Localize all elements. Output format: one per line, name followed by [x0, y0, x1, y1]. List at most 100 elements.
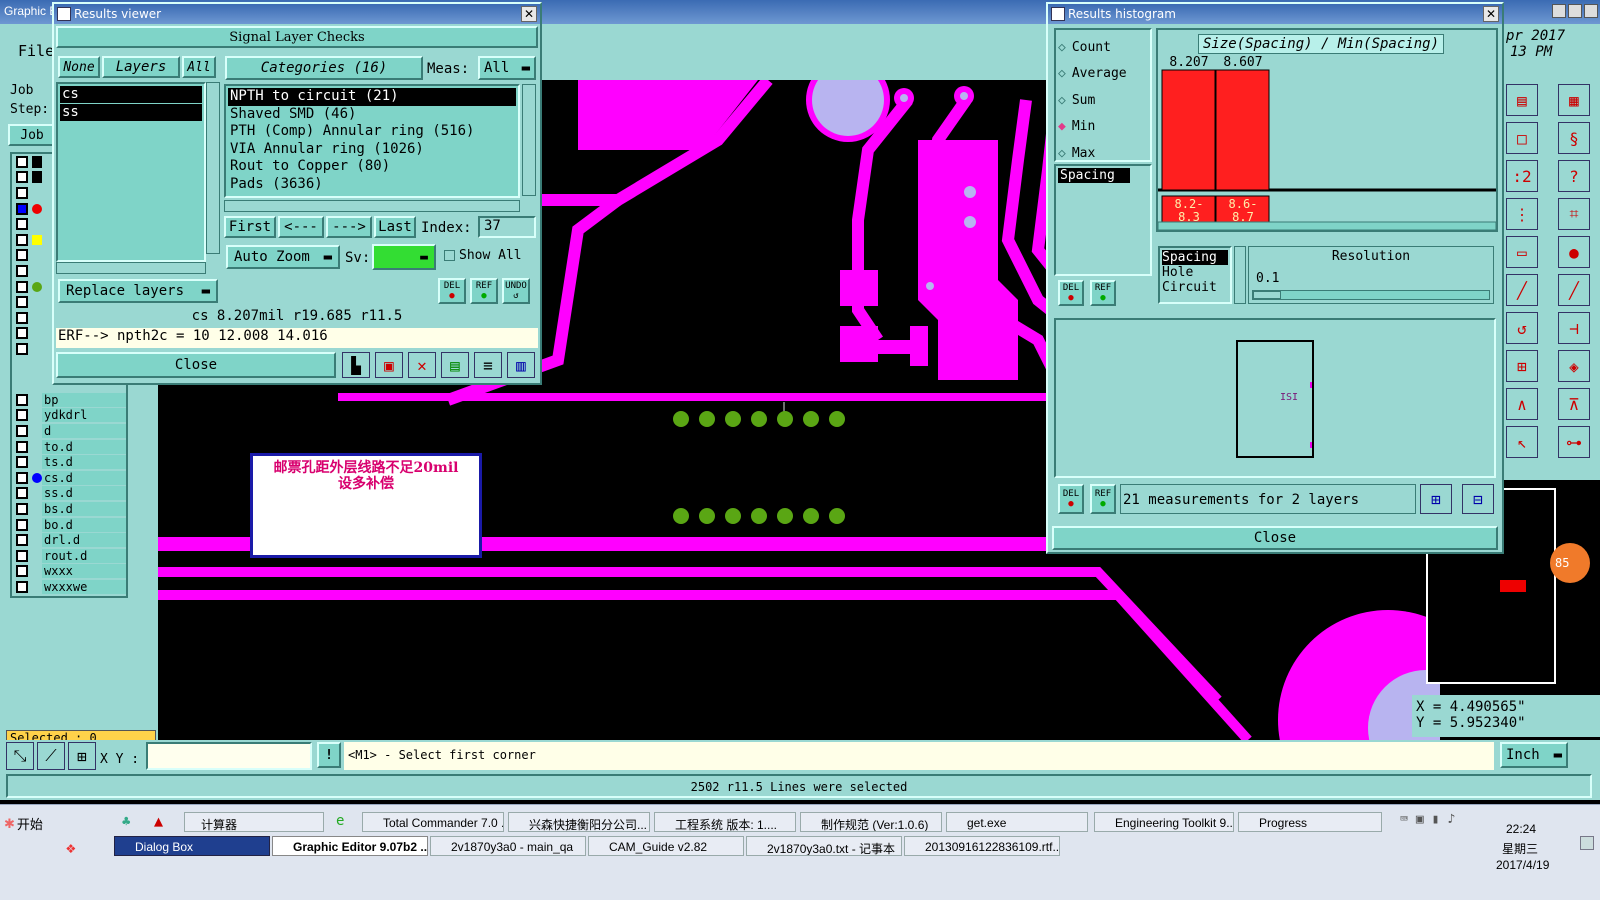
taskbar-item[interactable]: Graphic Editor 9.07b2 ...: [272, 836, 428, 856]
result-layer-item[interactable]: cs: [60, 86, 202, 103]
layer-item[interactable]: bp: [12, 392, 126, 408]
tool-icon[interactable]: ╱: [1558, 274, 1590, 306]
maximize-button[interactable]: [1568, 4, 1582, 18]
minimize-button[interactable]: [1552, 4, 1566, 18]
layer-item[interactable]: ss.d: [12, 486, 126, 502]
tool-icon[interactable]: ⊣: [1558, 312, 1590, 344]
grid-icon[interactable]: ⊞: [68, 742, 96, 770]
prev-button[interactable]: <---: [278, 216, 324, 238]
result-layer-item[interactable]: ss: [60, 104, 202, 121]
taskbar-item[interactable]: 2v1870y3a0 - main_qa: [430, 836, 586, 856]
categories-hscroll[interactable]: [224, 200, 520, 212]
mode-option[interactable]: ◆ Min: [1058, 114, 1148, 141]
pdf-icon[interactable]: ▲: [154, 812, 163, 830]
layers-button[interactable]: Layers: [102, 56, 180, 78]
type-item[interactable]: Spacing: [1162, 250, 1228, 265]
annotation-note[interactable]: 邮票孔距外层线路不足20mil 设多补偿: [250, 453, 482, 558]
taskbar-item[interactable]: get.exe: [946, 812, 1088, 832]
histogram-icon[interactable]: ▥: [507, 352, 535, 378]
zoom-box-icon[interactable]: ⤡: [6, 742, 34, 770]
keyboard-icon[interactable]: ⌨: [1400, 812, 1408, 827]
tool-icon[interactable]: ╱: [1506, 274, 1538, 306]
mode-option[interactable]: ◇ Count: [1058, 34, 1148, 61]
category-item[interactable]: Pads (3636): [228, 176, 516, 194]
tool-icon[interactable]: ✕: [408, 352, 436, 378]
layer-item[interactable]: rout.d: [12, 548, 126, 564]
layer-item[interactable]: bs.d: [12, 501, 126, 517]
tool-icon[interactable]: ⊶: [1558, 426, 1590, 458]
xy-input[interactable]: [146, 742, 312, 770]
measure-type-list[interactable]: Spacing: [1054, 164, 1152, 276]
job-button[interactable]: Job: [8, 124, 56, 146]
taskbar-item[interactable]: 制作规范 (Ver:1.0.6): [800, 812, 942, 832]
next-button[interactable]: --->: [326, 216, 372, 238]
measure-type-item[interactable]: Spacing: [1058, 168, 1130, 183]
taskbar-item[interactable]: 工程系统 版本: 1....: [654, 812, 796, 832]
categories-button[interactable]: Categories (16): [225, 56, 423, 80]
layer-item[interactable]: wxxxwe: [12, 579, 126, 595]
measure-icon[interactable]: ⟋: [37, 742, 65, 770]
tool-icon[interactable]: §: [1558, 122, 1590, 154]
index-input[interactable]: 37: [478, 216, 536, 238]
tool-icon[interactable]: ⋮: [1506, 198, 1538, 230]
tool-icon[interactable]: ▦: [1558, 84, 1590, 116]
ie-icon[interactable]: e: [336, 813, 344, 829]
layer-item[interactable]: d: [12, 423, 126, 439]
layer-list-hscroll[interactable]: [56, 262, 206, 274]
taskbar-item[interactable]: Progress: [1238, 812, 1382, 832]
show-all-checkbox[interactable]: Show All: [444, 248, 522, 263]
layer-item[interactable]: ydkdrl: [12, 408, 126, 424]
type-item[interactable]: Circuit: [1162, 280, 1228, 295]
layer-item[interactable]: ts.d: [12, 454, 126, 470]
category-item[interactable]: NPTH to circuit (21): [228, 88, 516, 106]
hist-del-button[interactable]: DEL ●: [1058, 280, 1084, 306]
category-item[interactable]: VIA Annular ring (1026): [228, 141, 516, 159]
mode-option[interactable]: ◇ Average: [1058, 61, 1148, 88]
help-icon[interactable]: ?: [1558, 160, 1590, 192]
tool-icon[interactable]: ●: [1558, 236, 1590, 268]
undo-button[interactable]: UNDO ↺: [502, 278, 530, 304]
close-button[interactable]: [1584, 4, 1598, 18]
type-list[interactable]: Spacing Hole Circuit: [1158, 246, 1232, 304]
tool-icon[interactable]: ▣: [375, 352, 403, 378]
tool-icon[interactable]: ▤: [441, 352, 469, 378]
categories-list[interactable]: NPTH to circuit (21) Shaved SMD (46) PTH…: [224, 84, 520, 198]
replace-layers-button[interactable]: Replace layers ▬: [58, 279, 218, 303]
categories-vscroll[interactable]: [522, 84, 536, 196]
category-item[interactable]: Rout to Copper (80): [228, 158, 516, 176]
histogram-close-button[interactable]: Close: [1052, 526, 1498, 550]
none-button[interactable]: None: [58, 56, 100, 78]
layer-item[interactable]: to.d: [12, 439, 126, 455]
tool-icon[interactable]: ⊞: [1506, 350, 1538, 382]
preview-del-button[interactable]: DEL ●: [1058, 484, 1084, 514]
volume-icon[interactable]: ♪: [1447, 812, 1455, 827]
all-button[interactable]: All: [182, 56, 216, 78]
first-button[interactable]: First: [224, 216, 276, 238]
del-button[interactable]: DEL ●: [438, 278, 466, 304]
layer-list-scrollbar[interactable]: [206, 82, 220, 254]
tool-icon[interactable]: ≡: [474, 352, 502, 378]
meas-select[interactable]: All ▬: [478, 56, 536, 80]
result-layer-list[interactable]: cs ss: [56, 82, 206, 262]
viewer-action-buttons[interactable]: DEL ● REF ● UNDO ↺: [438, 278, 530, 304]
histogram-titlebar[interactable]: Results histogram ✕: [1048, 4, 1502, 24]
chart-scrollbar[interactable]: [1158, 221, 1496, 230]
histogram-bar[interactable]: [1161, 69, 1216, 191]
windows-icon[interactable]: ❖: [66, 838, 76, 857]
tool-icon[interactable]: ↖: [1506, 426, 1538, 458]
unit-select[interactable]: Inch ▬: [1500, 742, 1568, 768]
tool-icon[interactable]: □: [1506, 122, 1538, 154]
bottom-tools[interactable]: ⤡ ⟋ ⊞: [6, 742, 96, 770]
signal-icon[interactable]: ▮: [1432, 812, 1440, 827]
taskbar-item[interactable]: 兴森快捷衡阳分公司...: [508, 812, 650, 832]
tool-icon[interactable]: ▤: [1506, 84, 1538, 116]
layer-item[interactable]: bo.d: [12, 517, 126, 533]
taskbar-item[interactable]: CAM_Guide v2.82: [588, 836, 744, 856]
tool-icon[interactable]: ⊼: [1558, 388, 1590, 420]
layer-item[interactable]: drl.d: [12, 532, 126, 548]
tool-grid[interactable]: ▤ ▦ □ § :2? ⋮ ⌗ ▭ ● ╱ ╱ ↺ ⊣ ⊞ ◈ ∧ ⊼ ↖ ⊶: [1506, 84, 1592, 458]
tray-icon[interactable]: ▣: [1416, 812, 1424, 827]
show-desktop-button[interactable]: [1580, 836, 1594, 850]
tool-icon[interactable]: ◈: [1558, 350, 1590, 382]
type-list-scroll[interactable]: [1234, 246, 1246, 304]
